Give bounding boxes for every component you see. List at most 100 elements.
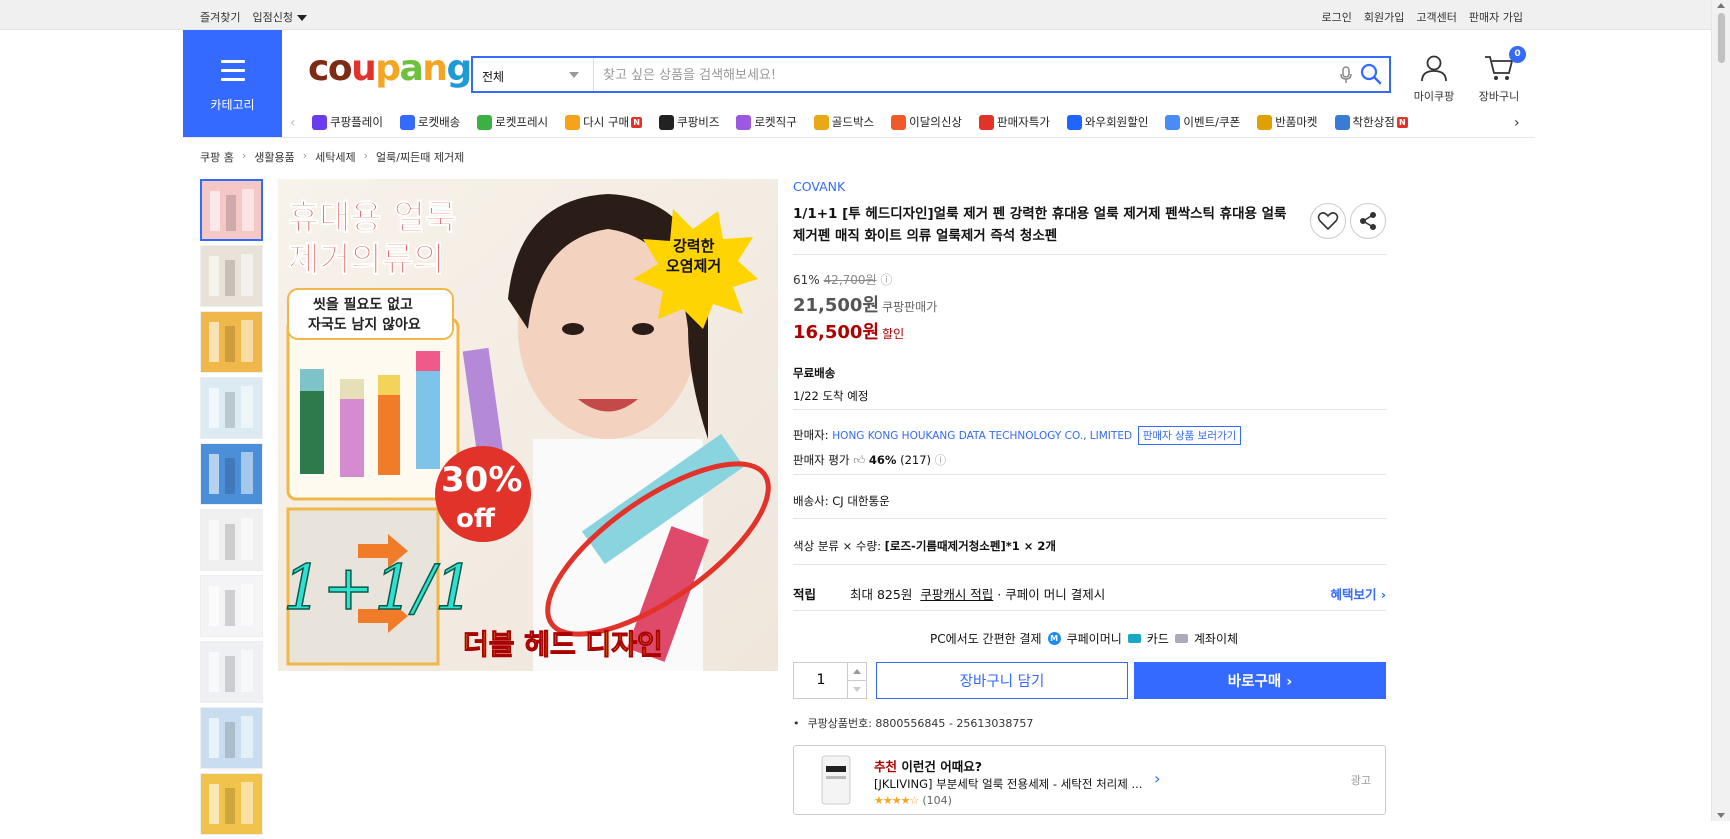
product-thumbnail[interactable]: [200, 443, 263, 505]
category-nav-label: 로켓프레시: [495, 115, 549, 129]
bank-transfer-icon: [1174, 634, 1188, 643]
category-nav-label: 판매자특가: [997, 115, 1050, 129]
vendor-apply-link[interactable]: 입점신청: [252, 9, 307, 25]
product-thumbnail[interactable]: [200, 179, 263, 241]
nav-next-icon[interactable]: ›: [1514, 115, 1520, 131]
seller-name-link[interactable]: HONG KONG HOUKANG DATA TECHNOLOGY CO., L…: [832, 430, 1132, 442]
cart-button[interactable]: 0 장바구니: [1473, 46, 1526, 104]
category-nav-item[interactable]: 로켓배송: [399, 114, 460, 130]
product-thumbnail[interactable]: [200, 707, 263, 769]
chevron-right-icon[interactable]: ›: [1154, 769, 1160, 788]
benefit-label: 혜택보기: [1330, 587, 1377, 602]
product-thumbnail[interactable]: [200, 377, 263, 439]
my-coupang-label: 마이쿠팡: [1413, 90, 1455, 103]
product-thumbnail[interactable]: [200, 311, 263, 373]
recommendation-card[interactable]: 추천 이런건 어때요? [JKLIVING] 부분세탁 얼룩 전용세제 - 세탁…: [793, 745, 1386, 815]
discount-rate: 61%: [793, 273, 820, 287]
quantity-increase-icon[interactable]: [847, 663, 866, 681]
category-nav-item[interactable]: 이달의신상: [891, 114, 962, 130]
badge-line1: 강력한: [673, 237, 715, 255]
benefit-link[interactable]: 혜택보기 ›: [1330, 584, 1386, 603]
category-nav-item[interactable]: 판매자특가: [979, 114, 1050, 130]
microphone-icon[interactable]: [1339, 66, 1353, 87]
signup-link[interactable]: 회원가입: [1364, 9, 1404, 25]
category-nav-item[interactable]: 다시 구매 N: [565, 114, 643, 130]
buy-now-button[interactable]: 바로구매 ›: [1134, 662, 1386, 699]
product-thumbnail[interactable]: [200, 245, 263, 307]
category-nav: ‹ 쿠팡플레이 로켓배송 로켓프레시 다시 구매 N 쿠팡비즈 로켓직구 골드박스 이달의신상 판…: [288, 112, 1528, 134]
category-nav-label: 이벤트/쿠폰: [1183, 115, 1241, 129]
category-icon: [891, 114, 907, 130]
divider: [793, 409, 1386, 410]
category-icon: [736, 114, 752, 130]
category-nav-label: 쿠팡비즈: [677, 115, 720, 129]
banner-title-line2: 제거의류의: [288, 240, 444, 280]
info-icon[interactable]: ⓘ: [880, 273, 892, 287]
search-input[interactable]: [603, 64, 1283, 86]
seller-products-button[interactable]: 판매자 상품 보러가기: [1137, 426, 1242, 445]
quantity-decrease-icon[interactable]: [847, 681, 866, 699]
category-menu-button[interactable]: 카테고리: [183, 30, 282, 137]
chevron-right-icon: ›: [302, 149, 308, 162]
category-nav-label: 반품마켓: [1275, 115, 1318, 129]
coupang-logo[interactable]: coupang: [308, 48, 472, 89]
my-coupang-button[interactable]: 마이쿠팡: [1410, 54, 1458, 104]
brand-link[interactable]: COVANK: [793, 179, 845, 194]
breadcrumb-living[interactable]: 생활용품: [254, 149, 294, 165]
product-thumbnail[interactable]: [200, 641, 263, 703]
original-price: 42,700원: [823, 273, 877, 287]
cart-label: 장바구니: [1478, 90, 1520, 103]
category-nav-item[interactable]: 착한상점 N: [1334, 114, 1408, 130]
category-nav-item[interactable]: 쿠팡플레이: [312, 114, 383, 130]
coupang-cash-link[interactable]: 쿠팡캐시 적립: [920, 587, 993, 602]
category-icon: [565, 114, 581, 130]
divider: [793, 518, 1386, 519]
category-label: 카테고리: [210, 98, 255, 112]
page-scrollbar[interactable]: [1711, 0, 1730, 821]
sale-price-label: 할인: [882, 327, 905, 341]
quantity-input[interactable]: [794, 672, 848, 688]
category-nav-label: 골드박스: [831, 115, 875, 129]
star-rating-icon: ★★★★☆: [874, 794, 919, 807]
share-button[interactable]: [1350, 203, 1386, 239]
category-nav-label: 다시 구매: [583, 115, 630, 129]
bookmark-link[interactable]: 즐겨찾기: [200, 9, 240, 25]
search-scope-select[interactable]: 전체: [473, 58, 594, 91]
price-block: 61% 42,700원 ⓘ 21,500원 쿠팡판매가 16,500원 할인: [793, 271, 937, 344]
category-nav-item[interactable]: 로켓직구: [736, 114, 797, 130]
product-info: COVANK 1/1+1 [투 헤드디자인]얼룩 제거 펜 강력한 휴대용 얼룩…: [793, 179, 1386, 815]
category-icon: [477, 114, 493, 130]
category-nav-item[interactable]: 로켓프레시: [477, 114, 548, 130]
category-icon: [979, 114, 995, 130]
scroll-up-icon[interactable]: [1717, 3, 1725, 8]
breadcrumb-home[interactable]: 쿠팡 홈: [200, 149, 234, 165]
category-nav-item[interactable]: 반품마켓: [1257, 114, 1318, 130]
scroll-thumb[interactable]: [1717, 12, 1726, 64]
search-scope-value: 전체: [482, 70, 505, 84]
pay-method-card: 카드: [1146, 632, 1169, 646]
category-nav-item[interactable]: 이벤트/쿠폰: [1165, 114, 1240, 130]
nav-prev-icon[interactable]: ‹: [290, 115, 296, 131]
login-link[interactable]: 로그인: [1322, 9, 1352, 25]
option-label: 색상 분류 × 수량:: [793, 539, 881, 553]
category-nav-item[interactable]: 골드박스: [813, 114, 875, 130]
category-nav-item[interactable]: 와우회원할인: [1066, 114, 1148, 130]
shipping-title: 무료배송: [793, 366, 836, 380]
category-nav-label: 이달의신상: [909, 115, 963, 129]
wishlist-button[interactable]: [1310, 203, 1346, 239]
breadcrumb-detergent[interactable]: 세탁세제: [315, 149, 355, 165]
info-icon[interactable]: ⓘ: [935, 453, 947, 467]
category-icon: [1334, 114, 1350, 130]
add-to-cart-button[interactable]: 장바구니 담기: [876, 662, 1128, 699]
card-icon: [1127, 634, 1141, 643]
product-thumbnail[interactable]: [200, 509, 263, 571]
divider: [793, 564, 1386, 565]
search-icon[interactable]: [1360, 63, 1382, 88]
product-thumbnail[interactable]: [200, 575, 263, 637]
breadcrumb-stain-remover[interactable]: 얼룩/찌든때 제거제: [376, 149, 464, 165]
seller-signup-link[interactable]: 판매자 가입: [1469, 9, 1523, 25]
customer-center-link[interactable]: 고객센터: [1416, 9, 1456, 25]
category-nav-item[interactable]: 쿠팡비즈: [659, 114, 719, 130]
scroll-down-icon[interactable]: [1717, 813, 1725, 818]
product-thumbnail[interactable]: [200, 773, 263, 835]
